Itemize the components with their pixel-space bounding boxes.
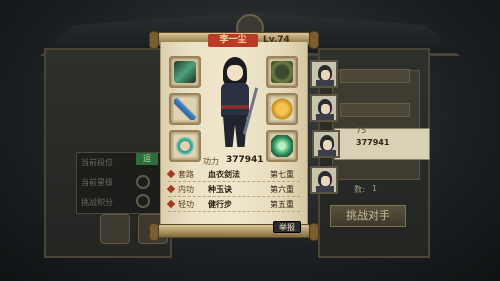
skill-rank: 第五重 xyxy=(270,200,294,209)
opponent-avatar xyxy=(310,60,338,88)
points-row-label: 挑战积分 xyxy=(81,198,113,207)
beast-mask-helmet-icon xyxy=(271,61,293,83)
player-level: Lv.74 xyxy=(263,35,290,45)
skill-name: 种玉诀 xyxy=(208,185,232,194)
green-orb-accessory-icon xyxy=(271,135,293,157)
diamond-bullet-icon xyxy=(166,184,176,194)
opponent-avatar xyxy=(312,130,340,158)
skill-rank: 第七重 xyxy=(270,170,294,179)
attempt-count-value: 1 xyxy=(372,184,378,193)
jade-bracelet-icon xyxy=(174,135,196,157)
skill-row: 轻功 健行步 第五重 xyxy=(166,198,300,212)
accessory-slot[interactable] xyxy=(266,130,298,162)
power-value: 377941 xyxy=(226,155,264,165)
star-row-label: 当前星级 xyxy=(81,178,113,187)
golden-armor-icon xyxy=(271,98,293,120)
opponent-row[interactable] xyxy=(310,60,414,90)
report-button[interactable]: 举报 xyxy=(273,221,301,233)
blue-dagger-icon xyxy=(174,98,196,120)
player-character xyxy=(213,57,259,149)
points-icon xyxy=(136,194,150,208)
skill-category: 套路 xyxy=(178,170,194,179)
skill-rank: 第六重 xyxy=(270,185,294,194)
skill-category: 轻功 xyxy=(178,200,194,209)
opponent-avatar xyxy=(310,166,338,194)
bracelet-slot[interactable] xyxy=(169,130,201,162)
secondary-weapon-slot[interactable] xyxy=(169,93,201,125)
challenge-opponent-button[interactable]: 挑战对手 xyxy=(330,205,406,227)
player-name: 李一尘 xyxy=(208,34,258,47)
diamond-bullet-icon xyxy=(166,169,176,179)
skill-name: 健行步 xyxy=(208,200,232,209)
attempt-count-label: 数: xyxy=(354,185,365,194)
skill-row: 套路 血衣剑法 第七重 xyxy=(166,168,300,182)
helmet-slot[interactable] xyxy=(266,56,298,88)
opponent-stat: 75 xyxy=(356,126,367,135)
skill-row: 内功 种玉诀 第六重 xyxy=(166,183,300,197)
skill-name: 血衣剑法 xyxy=(208,170,240,179)
rank-row-label: 当前段位 xyxy=(81,158,113,167)
star-icon xyxy=(136,175,150,189)
green-blade-weapon-icon xyxy=(174,61,196,83)
opponent-name-bar xyxy=(340,103,410,117)
opponent-power: 377941 xyxy=(356,138,390,147)
armor-slot[interactable] xyxy=(266,93,298,125)
weapon-slot[interactable] xyxy=(169,56,201,88)
rank-highlight-badge: 运 xyxy=(136,153,158,165)
diamond-bullet-icon xyxy=(166,199,176,209)
opponent-avatar xyxy=(310,94,338,122)
skill-category: 内功 xyxy=(178,185,194,194)
power-label: 功力 xyxy=(203,157,219,166)
opponent-row[interactable] xyxy=(310,94,414,124)
bottom-menu-button[interactable] xyxy=(100,214,130,244)
opponent-name-bar xyxy=(340,69,410,83)
